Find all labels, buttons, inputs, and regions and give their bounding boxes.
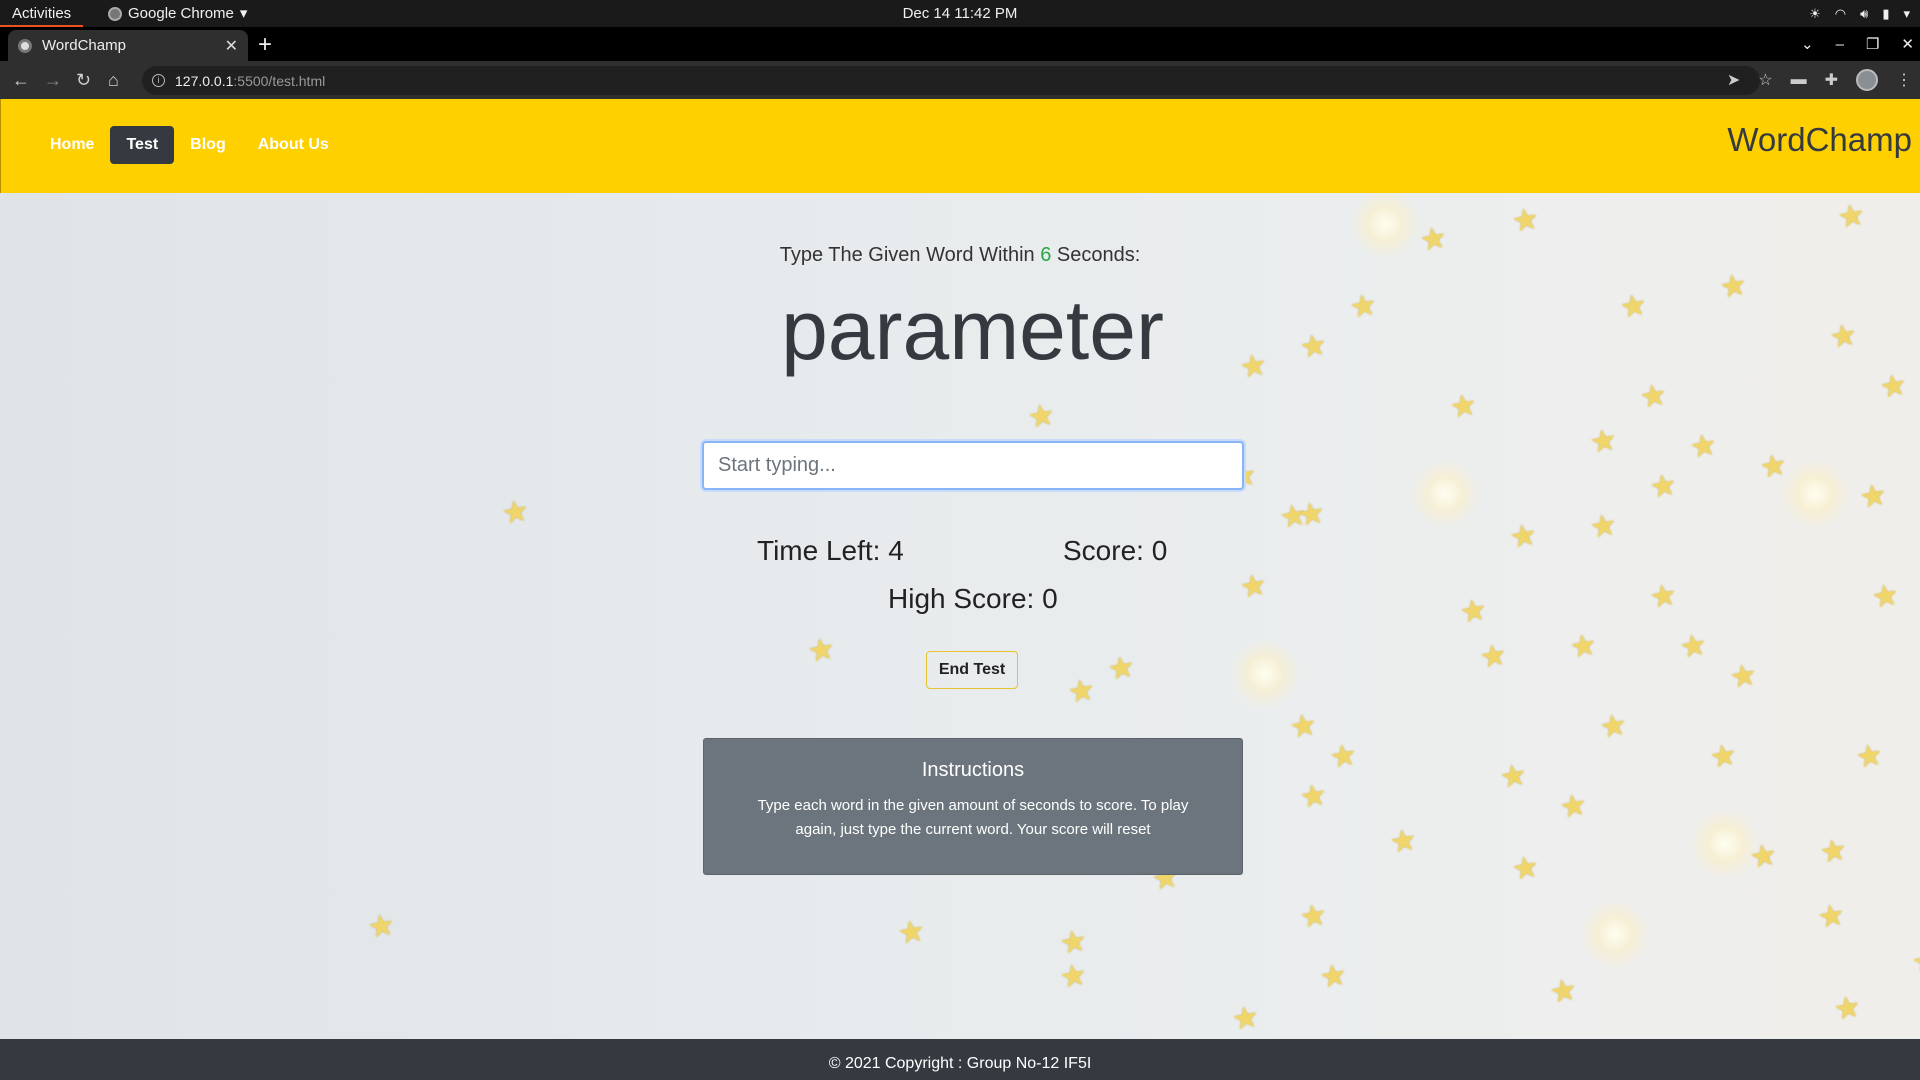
url-path: :5500/test.html <box>233 72 326 89</box>
chevron-down-icon: ▾ <box>1903 5 1910 21</box>
address-bar[interactable]: i 127.0.0.1:5500/test.html <box>142 66 1760 95</box>
new-tab-button[interactable]: + <box>258 31 272 59</box>
time-left-value: 4 <box>888 535 904 566</box>
minimize-icon[interactable]: – <box>1836 36 1844 53</box>
close-tab-icon[interactable]: ✕ <box>225 36 238 56</box>
reload-icon[interactable]: ↻ <box>76 69 91 91</box>
instructions-body: Type each word in the given amount of se… <box>757 797 1189 838</box>
restore-icon[interactable]: ❐ <box>1866 35 1879 53</box>
activities-button[interactable]: Activities <box>0 0 84 27</box>
tab-search-icon[interactable]: ⌄ <box>1801 35 1814 53</box>
copyright-text: © 2021 Copyright : Group No-12 IF5I <box>828 1055 1092 1072</box>
battery-icon: ▮ <box>1882 5 1890 21</box>
time-left: Time Left: 4 <box>757 535 904 567</box>
profile-avatar[interactable] <box>1856 69 1878 91</box>
score-value: 0 <box>1151 535 1168 566</box>
brightness-icon: ☀ <box>1809 5 1821 21</box>
main-nav: Home Test Blog About Us <box>34 126 345 164</box>
globe-icon <box>18 38 32 53</box>
info-icon[interactable]: i <box>152 74 165 87</box>
volume-icon: 🔊︎ <box>1860 5 1869 21</box>
score: Score: 0 <box>1063 535 1167 567</box>
instructions-title: Instructions <box>921 759 1025 781</box>
high-score: High Score: 0 <box>888 583 1058 615</box>
word-prompt: Type The Given Word Within 6 Seconds: <box>0 244 1920 267</box>
current-word: parameter <box>781 283 1164 377</box>
url-host: 127.0.0.1 <box>175 72 234 89</box>
forward-icon[interactable]: → <box>44 69 62 91</box>
toolbar-actions: ➤ ☆ ▬ ✚ ⋮ <box>1727 61 1912 99</box>
page-viewport: ★ ★ ★ ★ ★ ★ ★ ★ ★ ★ ★ ★ ★ ★ ★ ★ ★ ★ ★ ★ … <box>0 99 1920 1080</box>
app-name: Google Chrome <box>128 5 234 22</box>
send-icon[interactable]: ➤ <box>1727 70 1740 90</box>
extension-icon[interactable]: ▬ <box>1791 71 1807 89</box>
os-top-bar: Activities Google Chrome ▾ Dec 14 11:42 … <box>0 0 1920 27</box>
high-score-label: High Score: <box>888 583 1043 614</box>
browser-toolbar: ← → ↻ ⌂ i 127.0.0.1:5500/test.html ➤ ☆ ▬… <box>0 61 1920 99</box>
brand-logo[interactable]: WordChamp <box>1727 121 1912 159</box>
time-left-label: Time Left: <box>757 535 889 566</box>
close-window-icon[interactable]: ✕ <box>1901 35 1914 53</box>
typing-input[interactable] <box>702 441 1244 490</box>
browser-tab[interactable]: WordChamp ✕ <box>8 30 248 61</box>
home-icon[interactable]: ⌂ <box>108 69 119 91</box>
instructions-card: Instructions Type each word in the given… <box>703 738 1243 875</box>
tab-strip: WordChamp ✕ + <box>0 27 1920 61</box>
nav-blog[interactable]: Blog <box>174 126 242 164</box>
app-menu[interactable]: Google Chrome ▾ <box>108 0 247 27</box>
caret-down-icon: ▾ <box>239 5 248 22</box>
nav-test[interactable]: Test <box>110 126 175 164</box>
wifi-icon: ◠ <box>1834 5 1847 21</box>
clock[interactable]: Dec 14 11:42 PM <box>0 0 1920 27</box>
back-icon[interactable]: ← <box>12 69 30 91</box>
puzzle-icon[interactable]: ✚ <box>1825 70 1838 90</box>
high-score-value: 0 <box>1042 583 1058 614</box>
site-footer: © 2021 Copyright : Group No-12 IF5I <box>0 1039 1920 1080</box>
nav-home[interactable]: Home <box>34 126 110 164</box>
score-label: Score: <box>1063 535 1152 566</box>
nav-about-us[interactable]: About Us <box>242 126 345 164</box>
site-header: Home Test Blog About Us WordChamp <box>0 99 1920 193</box>
seconds-value: 6 <box>1040 244 1052 266</box>
prompt-after: Seconds: <box>1051 244 1141 266</box>
chrome-icon <box>108 6 122 21</box>
prompt-before: Type The Given Word Within <box>779 244 1041 266</box>
bookmark-star-icon[interactable]: ☆ <box>1758 70 1772 90</box>
tab-title: WordChamp <box>42 37 126 54</box>
end-test-button[interactable]: End Test <box>926 651 1018 689</box>
more-menu-icon[interactable]: ⋮ <box>1896 70 1912 90</box>
window-controls: ⌄ – ❐ ✕ <box>1801 27 1914 61</box>
system-tray[interactable]: ☀ ◠ 🔊︎ ▮ ▾ <box>1809 0 1910 27</box>
